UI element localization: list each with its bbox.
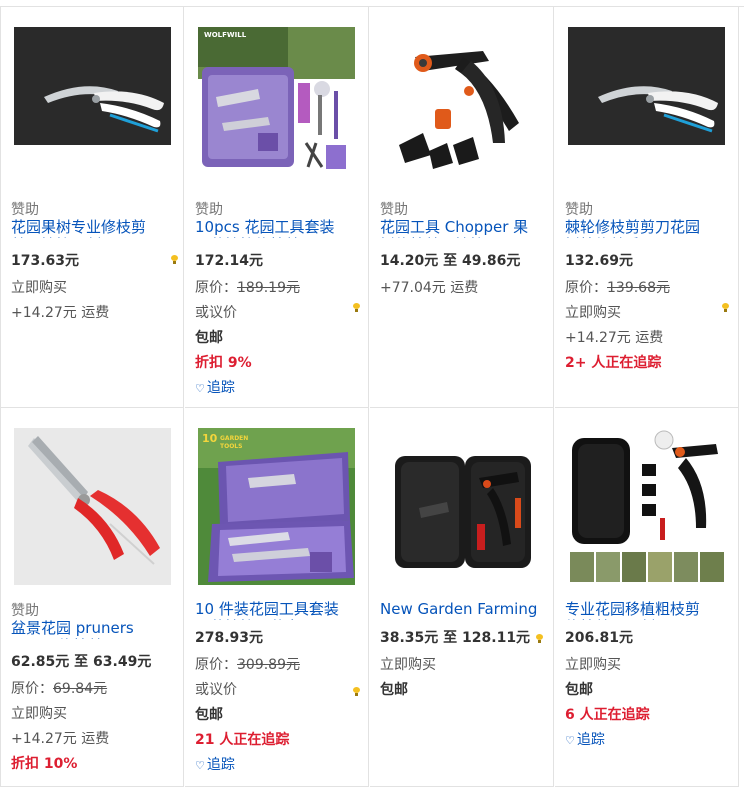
- product-card[interactable]: WOLFWILL 赞助 10pcs 花园工具套装园艺嫁接修枝剪用 172.14元…: [185, 7, 369, 408]
- shipping-cost: +14.27元 运费: [11, 731, 110, 747]
- track-link[interactable]: ♡ 追踪: [565, 728, 735, 753]
- grafting-kit-image[interactable]: [568, 428, 725, 585]
- garden-tool-set-image[interactable]: WOLFWILL: [198, 27, 355, 184]
- svg-text:TOOLS: TOOLS: [220, 443, 242, 450]
- original-price: 原价：309.89元: [195, 657, 300, 673]
- svg-text:GARDEN: GARDEN: [220, 435, 248, 442]
- product-grid: 赞助 花园果树专业修枝剪剪刀嫁接切割工具 173.63元 立即购买 +14.27…: [0, 6, 744, 787]
- sponsored-label: 赞助: [11, 603, 39, 619]
- track-link[interactable]: ♡ 追踪: [195, 376, 365, 401]
- product-card[interactable]: 赞助 盆景花园 prunerssharp 修枝剪刀 62.85元 至 63.49…: [0, 408, 184, 787]
- sponsored-label: 赞助: [380, 202, 408, 218]
- svg-text:10: 10: [202, 432, 218, 445]
- buy-it-now: 立即购买: [11, 706, 67, 722]
- best-offer: 或议价: [195, 305, 237, 321]
- item-title[interactable]: 花园工具 Chopper 果树修枝剪刀嫁接: [380, 218, 542, 238]
- buy-it-now: 立即购买: [11, 280, 67, 296]
- garden-tool-case-image[interactable]: 10 GARDEN TOOLS: [198, 428, 355, 585]
- heart-icon: ♡: [195, 759, 205, 772]
- grafting-tool-image[interactable]: [383, 27, 540, 184]
- buy-it-now: 立即购买: [565, 657, 621, 673]
- item-price: 14.20元 至 49.86元: [380, 253, 521, 269]
- best-offer: 或议价: [195, 682, 237, 698]
- product-card[interactable]: New Garden FarmingPruning Shears 38.35元 …: [370, 408, 554, 787]
- sponsored-label: 赞助: [11, 202, 39, 218]
- pruning-shears-image[interactable]: [14, 27, 171, 184]
- product-card[interactable]: 专业花园移植粗枝剪修枝剪刀切割工具 206.81元 立即购买 包邮 6 人正在追…: [555, 408, 739, 787]
- item-price: 172.14元: [195, 253, 264, 269]
- item-price: 62.85元 至 63.49元: [11, 654, 152, 670]
- item-price: 132.69元: [565, 253, 634, 269]
- item-price: 173.63元: [11, 253, 80, 269]
- item-title[interactable]: 棘轮修枝剪剪刀花园树枝修剪手工工具: [565, 218, 727, 238]
- pruning-kit-case-image[interactable]: [383, 428, 540, 585]
- item-price: 206.81元: [565, 630, 634, 646]
- svg-text:WOLFWILL: WOLFWILL: [204, 31, 247, 39]
- product-card[interactable]: 10 GARDEN TOOLS 10 件装花园工具套装园艺嫁接园艺实用 278.…: [185, 408, 369, 787]
- free-shipping: 包邮: [380, 682, 408, 698]
- watchers-count: 6 人正在追踪: [565, 707, 650, 723]
- shipping-cost: +14.27元 运费: [11, 305, 110, 321]
- original-price: 原价：139.68元: [565, 280, 670, 296]
- item-title[interactable]: 10 件装花园工具套装园艺嫁接园艺实用: [195, 600, 357, 620]
- item-title[interactable]: 专业花园移植粗枝剪修枝剪刀切割工具: [565, 600, 727, 620]
- item-price: 278.93元: [195, 630, 264, 646]
- buy-it-now: 立即购买: [380, 657, 436, 673]
- item-title[interactable]: New Garden FarmingPruning Shears: [380, 600, 542, 620]
- discount-badge: 折扣 9%: [195, 355, 252, 371]
- product-card[interactable]: 赞助 棘轮修枝剪剪刀花园树枝修剪手工工具 132.69元 原价：139.68元 …: [555, 7, 739, 408]
- heart-icon: ♡: [565, 734, 575, 747]
- buy-it-now: 立即购买: [565, 305, 621, 321]
- watchers-count: 21 人正在追踪: [195, 732, 290, 748]
- original-price: 原价：189.19元: [195, 280, 300, 296]
- item-title[interactable]: 花园果树专业修枝剪剪刀嫁接切割工具: [11, 218, 173, 238]
- item-title[interactable]: 10pcs 花园工具套装园艺嫁接修枝剪用: [195, 218, 357, 238]
- heart-icon: ♡: [195, 382, 205, 395]
- sponsored-label: 赞助: [565, 202, 593, 218]
- sponsored-label: 赞助: [195, 202, 223, 218]
- free-shipping: 包邮: [195, 330, 223, 346]
- red-pruners-image[interactable]: [14, 428, 171, 585]
- item-title[interactable]: 盆景花园 prunerssharp 修枝剪刀: [11, 619, 173, 639]
- product-card[interactable]: 赞助 花园工具 Chopper 果树修枝剪刀嫁接 14.20元 至 49.86元…: [370, 7, 554, 408]
- watchers-count: 2+ 人正在追踪: [565, 355, 662, 371]
- free-shipping: 包邮: [565, 682, 593, 698]
- discount-badge: 折扣 10%: [11, 756, 78, 772]
- shipping-cost: +14.27元 运费: [565, 330, 664, 346]
- product-card[interactable]: 赞助 花园果树专业修枝剪剪刀嫁接切割工具 173.63元 立即购买 +14.27…: [0, 7, 184, 408]
- original-price: 原价：69.84元: [11, 681, 108, 697]
- free-shipping: 包邮: [195, 707, 223, 723]
- item-price: 38.35元 至 128.11元: [380, 630, 531, 646]
- shipping-cost: +77.04元 运费: [380, 280, 479, 296]
- track-link[interactable]: ♡ 追踪: [195, 753, 365, 778]
- ratchet-pruner-image[interactable]: [568, 27, 725, 184]
